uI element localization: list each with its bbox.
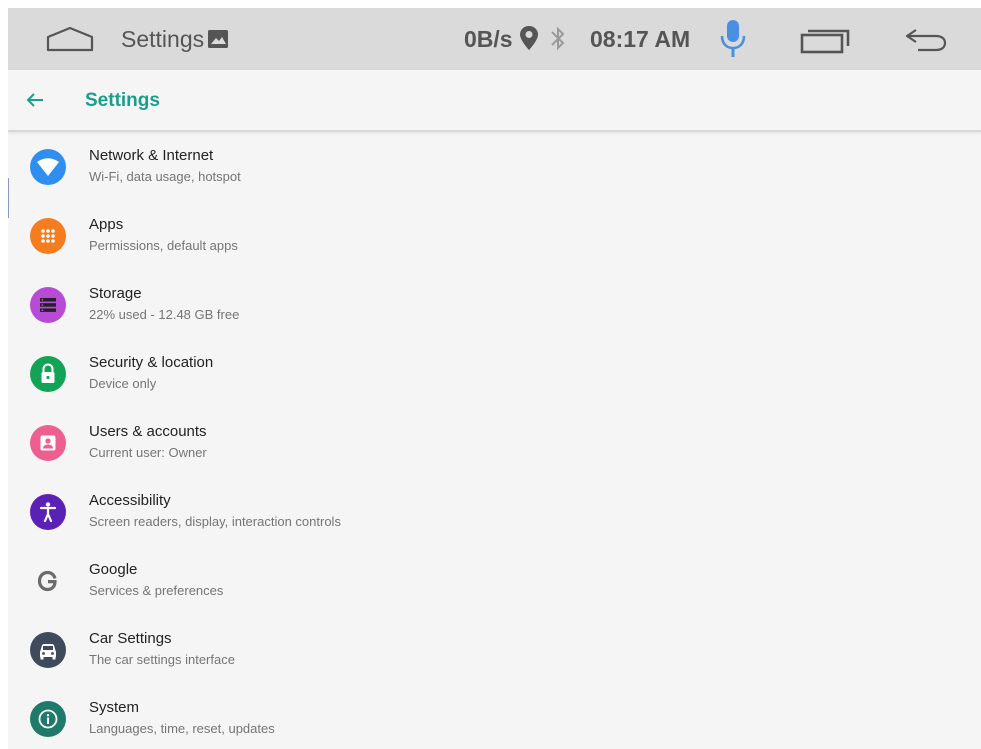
settings-item-title: System: [89, 699, 140, 716]
settings-item-title: Security & location: [89, 354, 214, 371]
recent-apps-icon[interactable]: [799, 26, 851, 54]
network-speed: 0B/s: [464, 26, 513, 52]
settings-screen: Settings 0B/s 08:17 AM Settings Network …: [8, 8, 981, 749]
settings-item-apps[interactable]: Apps Permissions, default apps: [8, 202, 981, 271]
settings-item-title: Accessibility: [89, 492, 171, 509]
settings-item-subtitle: Permissions, default apps: [89, 238, 238, 253]
settings-item-network[interactable]: Network & Internet Wi-Fi, data usage, ho…: [8, 133, 981, 202]
clock-time: 08:17 AM: [590, 26, 691, 52]
user-icon: [30, 425, 66, 461]
car-icon: [30, 632, 66, 668]
page-title: Settings: [85, 90, 160, 111]
settings-item-title: Network & Internet: [89, 147, 214, 164]
settings-item-storage[interactable]: Storage 22% used - 12.48 GB free: [8, 271, 981, 340]
settings-item-subtitle: 22% used - 12.48 GB free: [89, 307, 240, 322]
photo-icon: [208, 30, 228, 48]
info-icon: [30, 701, 66, 737]
lock-icon: [30, 356, 66, 392]
accessibility-icon: [30, 494, 66, 530]
storage-icon: [30, 287, 66, 323]
settings-item-subtitle: Services & preferences: [89, 583, 224, 598]
settings-item-subtitle: Wi-Fi, data usage, hotspot: [89, 169, 241, 184]
settings-item-accessibility[interactable]: Accessibility Screen readers, display, i…: [8, 478, 981, 547]
wifi-icon: [30, 149, 66, 185]
home-icon[interactable]: [44, 25, 96, 53]
bluetooth-icon: [551, 26, 565, 51]
settings-item-google[interactable]: Google Services & preferences: [8, 547, 981, 616]
status-bar: Settings 0B/s 08:17 AM: [8, 8, 981, 70]
settings-item-title: Users & accounts: [89, 423, 207, 440]
settings-item-security[interactable]: Security & location Device only: [8, 340, 981, 409]
settings-item-title: Google: [89, 561, 138, 578]
settings-item-title: Apps: [89, 216, 124, 233]
back-arrow-icon[interactable]: [904, 26, 948, 52]
apps-grid-icon: [30, 218, 66, 254]
settings-item-subtitle: Current user: Owner: [89, 445, 207, 460]
google-icon: [30, 563, 66, 599]
settings-item-title: Car Settings: [89, 630, 172, 647]
settings-item-subtitle: Screen readers, display, interaction con…: [89, 514, 341, 529]
settings-item-subtitle: Languages, time, reset, updates: [89, 721, 275, 736]
microphone-icon[interactable]: [719, 18, 747, 60]
arrow-left-icon[interactable]: [25, 90, 45, 110]
settings-item-subtitle: Device only: [89, 376, 157, 391]
settings-item-car-settings[interactable]: Car Settings The car settings interface: [8, 616, 981, 685]
status-app-title: Settings: [121, 26, 205, 52]
settings-item-system[interactable]: System Languages, time, reset, updates: [8, 685, 981, 749]
app-bar: Settings: [8, 70, 981, 132]
settings-item-users[interactable]: Users & accounts Current user: Owner: [8, 409, 981, 478]
settings-item-title: Storage: [89, 285, 142, 302]
location-pin-icon: [520, 26, 538, 50]
settings-item-subtitle: The car settings interface: [89, 652, 235, 667]
